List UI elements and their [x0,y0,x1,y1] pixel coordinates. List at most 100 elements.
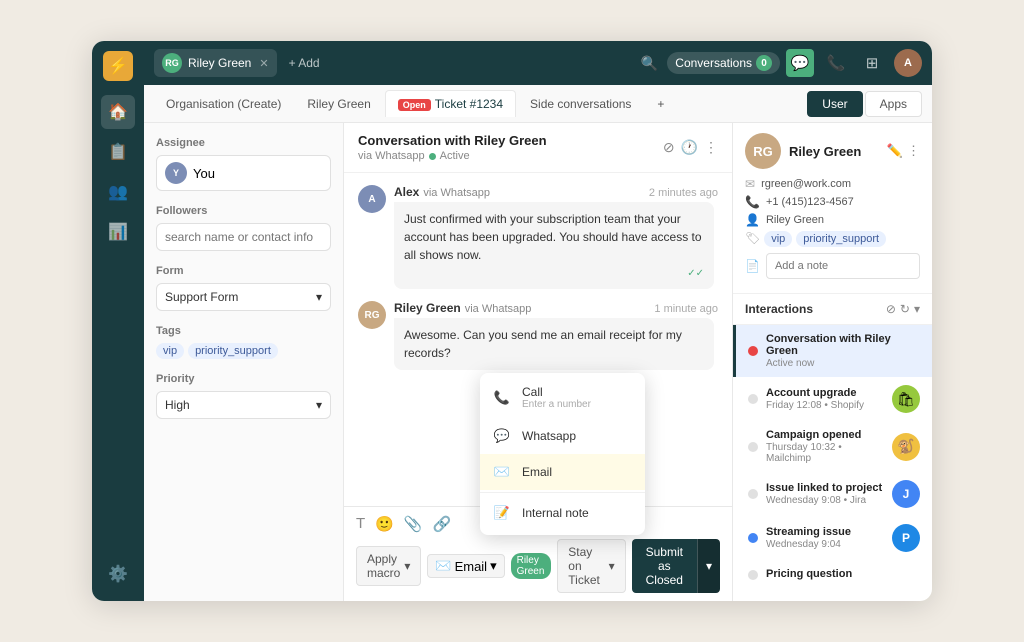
conversation-header: Conversation with Riley Green via Whatsa… [344,123,732,173]
compose-channel[interactable]: ✉️ Email ▾ [427,554,504,578]
dropdown-whatsapp-label: Whatsapp [522,429,576,443]
active-tab[interactable]: RG Riley Green ✕ [154,49,277,77]
interactions-more-icon[interactable]: ▾ [914,302,920,316]
clock-icon[interactable]: 🕐 [681,139,698,156]
macro-label: Apply macro [367,552,400,580]
link-icon[interactable]: 🔗 [433,515,452,533]
tag-priority-support[interactable]: priority_support [188,343,278,359]
interactions-filter-icon[interactable]: ⊘ [886,302,896,316]
top-bar-icons: 💬 📞 ⊞ A [786,49,922,77]
interaction-campaign[interactable]: Campaign opened Thursday 10:32 • Mailchi… [733,421,932,472]
phone-icon[interactable]: 📞 [822,49,850,77]
attachment-icon[interactable]: 📎 [404,515,423,533]
interaction-jira[interactable]: Issue linked to project Wednesday 9:08 •… [733,472,932,516]
more-options-icon[interactable]: ⋮ [907,143,920,159]
dropdown-call[interactable]: 📞 Call Enter a number [480,377,645,418]
alex-bubble: Just confirmed with your subscription te… [394,202,714,289]
search-icon[interactable]: 🔍 [637,51,661,75]
streaming-logo: P [892,524,920,552]
user-tag-vip[interactable]: vip [764,231,792,247]
form-value: Support Form [165,290,238,304]
note-input[interactable] [766,253,920,279]
sidebar: ⚡ 🏠 📋 👥 📊 ⚙️ [92,41,144,601]
alex-via: via Whatsapp [423,187,490,199]
riley-avatar: RG [358,301,386,329]
user-avatar-top[interactable]: A [894,49,922,77]
tab-ticket[interactable]: OpenTicket #1234 [385,90,516,117]
sidebar-icon-settings[interactable]: ⚙️ [101,557,135,591]
interaction-dot-2 [748,394,758,404]
dropdown-whatsapp[interactable]: 💬 Whatsapp [480,418,645,454]
user-tag-priority[interactable]: priority_support [796,231,886,247]
conversations-badge[interactable]: Conversations 0 [667,52,780,74]
interaction-sub-2: Friday 12:08 • Shopify [766,400,884,411]
priority-field: Priority High ▾ [156,373,331,419]
assignee-field: Assignee Y You [156,137,331,191]
interactions-title: Interactions [745,302,886,316]
tab-close-btn[interactable]: ✕ [259,57,268,70]
stay-on-ticket-btn[interactable]: Stay on Ticket ▾ [557,539,625,593]
interaction-name-2: Account upgrade [766,387,884,399]
tab-add-btn[interactable]: + [645,91,676,117]
interaction-account-upgrade[interactable]: Account upgrade Friday 12:08 • Shopify 🛍 [733,377,932,421]
interaction-name-6: Pricing question [766,568,920,580]
grid-icon[interactable]: ⊞ [858,49,886,77]
sidebar-icon-contacts[interactable]: 👥 [101,175,135,209]
app-logo: ⚡ [103,51,133,81]
person-info-icon: 👤 [745,213,760,227]
priority-select[interactable]: High ▾ [156,391,331,419]
more-icon[interactable]: ⋮ [704,139,718,156]
sidebar-icon-reports[interactable]: 📊 [101,215,135,249]
assignee-select[interactable]: Y You [156,155,331,191]
submit-button[interactable]: Submit as Closed [632,539,697,593]
sidebar-icon-home[interactable]: 🏠 [101,95,135,129]
top-bar: RG Riley Green ✕ + Add 🔍 Conversations 0… [144,41,932,85]
form-select[interactable]: Support Form ▾ [156,283,331,311]
note-dropdown-icon: 📝 [492,503,512,523]
submit-dropdown-btn[interactable]: ▾ [697,539,720,593]
emoji-icon[interactable]: 🙂 [375,515,394,533]
dropdown-call-content: Call Enter a number [522,385,591,410]
chat-icon[interactable]: 💬 [786,49,814,77]
interaction-info-conversation: Conversation with Riley Green Active now [766,333,920,369]
tab-bar: Organisation (Create) Riley Green OpenTi… [144,85,932,123]
channel-dropdown: 📞 Call Enter a number 💬 Whatsapp ✉️ Emai… [480,373,645,535]
dropdown-internal-note[interactable]: 📝 Internal note [480,495,645,531]
user-profile: RG Riley Green ✏️ ⋮ ✉ rgreen@work.com 📞 … [733,123,932,294]
tag-vip[interactable]: vip [156,343,184,359]
interaction-sub-1: Active now [766,358,920,369]
tab-contact-name: Riley Green [188,56,251,70]
interaction-dot-active [748,346,758,356]
tab-apps-btn[interactable]: Apps [865,91,922,117]
interaction-streaming[interactable]: Streaming issue Wednesday 9:04 P [733,516,932,560]
tab-user-btn[interactable]: User [807,91,862,117]
tab-riley-green[interactable]: Riley Green [295,91,382,117]
interaction-info-5: Streaming issue Wednesday 9:04 [766,526,884,550]
message-riley: RG Riley Green via Whatsapp 1 minute ago… [358,301,718,370]
edit-icon[interactable]: ✏️ [887,143,903,159]
form-field: Form Support Form ▾ [156,265,331,311]
text-format-icon[interactable]: T [356,515,365,533]
interactions-refresh-icon[interactable]: ↻ [900,302,910,316]
conv-title: Conversation with Riley Green [358,133,547,148]
interaction-dot-3 [748,442,758,452]
tab-side-conversations[interactable]: Side conversations [518,91,643,117]
user-fullname: Riley Green [766,214,824,226]
user-email-row: ✉ rgreen@work.com [745,177,920,191]
interaction-conversation-riley[interactable]: Conversation with Riley Green Active now [733,325,932,377]
tab-avatar: RG [162,53,182,73]
dropdown-divider [480,492,645,493]
tab-organisation[interactable]: Organisation (Create) [154,91,293,117]
filter-icon[interactable]: ⊘ [663,139,675,156]
add-tab-btn[interactable]: + Add [283,52,326,74]
sidebar-icon-tickets[interactable]: 📋 [101,135,135,169]
macro-button[interactable]: Apply macro ▾ [356,546,421,586]
followers-input[interactable] [156,223,331,251]
dropdown-email[interactable]: ✉️ Email [480,454,645,490]
user-phone-row: 📞 +1 (415)123-4567 [745,195,920,209]
alex-message-header: Alex via Whatsapp 2 minutes ago [394,185,718,199]
interaction-pricing[interactable]: Pricing question [733,560,932,589]
channel-chevron-icon: ▾ [490,558,497,574]
user-note-row: 📄 [745,253,920,279]
tags-label: Tags [156,325,331,337]
